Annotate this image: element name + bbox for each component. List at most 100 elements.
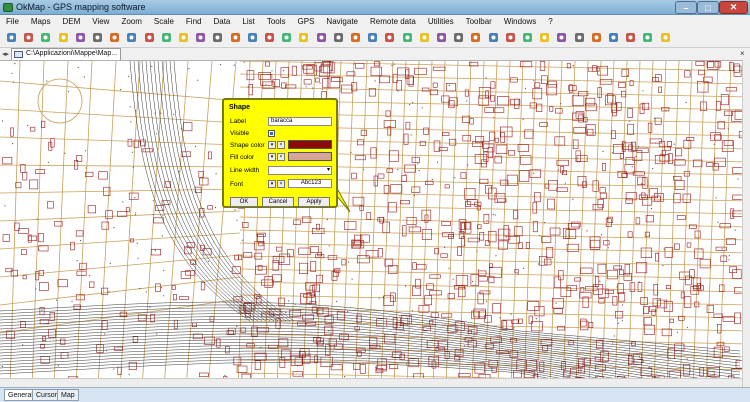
cancel-button[interactable]: Cancel xyxy=(262,197,294,207)
map-point xyxy=(689,73,691,75)
map-point xyxy=(173,113,175,115)
zoom-out-icon[interactable] xyxy=(229,31,242,44)
font-dropdown-icon[interactable]: ▾ xyxy=(268,180,276,188)
edit-shape-icon[interactable] xyxy=(383,31,396,44)
map-point xyxy=(641,183,643,185)
menu-find[interactable]: Find xyxy=(180,15,208,28)
tab-nav-arrows[interactable]: ◂▸ xyxy=(2,50,9,58)
menu-tools[interactable]: Tools xyxy=(261,15,292,28)
menu-maps[interactable]: Maps xyxy=(25,15,57,28)
menu-zoom[interactable]: Zoom xyxy=(115,15,147,28)
visible-checkbox[interactable] xyxy=(268,130,275,137)
menu-toolbar[interactable]: Toolbar xyxy=(460,15,498,28)
lasso-icon[interactable] xyxy=(487,31,500,44)
export-icon[interactable] xyxy=(624,31,637,44)
redo-icon[interactable] xyxy=(39,31,52,44)
rotate-icon[interactable] xyxy=(469,31,482,44)
map-point xyxy=(476,250,478,252)
menu-dem[interactable]: DEM xyxy=(56,15,86,28)
flag-icon[interactable] xyxy=(607,31,620,44)
pan-icon[interactable] xyxy=(418,31,431,44)
map-point xyxy=(236,325,238,328)
menu-scale[interactable]: Scale xyxy=(148,15,180,28)
shape-color-dropdown-icon[interactable]: ▾ xyxy=(268,141,276,149)
edit-points-icon[interactable] xyxy=(349,31,362,44)
shape-color-reset-icon[interactable]: × xyxy=(277,141,285,149)
waypoint-tool-icon[interactable] xyxy=(280,31,293,44)
tools-icon[interactable] xyxy=(659,31,672,44)
add-node-icon[interactable] xyxy=(555,31,568,44)
fill-color-swatch[interactable] xyxy=(288,152,332,161)
select-arrow-icon[interactable] xyxy=(401,31,414,44)
zoom-reset-icon[interactable] xyxy=(263,31,276,44)
menu-utilities[interactable]: Utilities xyxy=(422,15,460,28)
download-icon[interactable] xyxy=(452,31,465,44)
map-point xyxy=(328,245,330,247)
zoom-icon[interactable] xyxy=(194,31,207,44)
measure-icon[interactable] xyxy=(332,31,345,44)
minimize-button[interactable]: – xyxy=(675,1,697,14)
map-point xyxy=(136,242,138,244)
apply-button[interactable]: Apply xyxy=(298,197,330,207)
menu-remote-data[interactable]: Remote data xyxy=(364,15,422,28)
track-tool-icon[interactable] xyxy=(315,31,328,44)
vertical-scrollbar[interactable] xyxy=(742,60,750,387)
map-view[interactable] xyxy=(0,60,750,387)
route-tool-icon[interactable] xyxy=(297,31,310,44)
print-icon[interactable] xyxy=(91,31,104,44)
map-point xyxy=(47,161,50,163)
map-point xyxy=(135,110,137,112)
font-reset-icon[interactable]: × xyxy=(277,180,285,188)
map-point xyxy=(350,151,352,153)
map-point xyxy=(109,262,111,265)
open-map-icon[interactable] xyxy=(5,31,18,44)
menu-gps[interactable]: GPS xyxy=(292,15,321,28)
map-point xyxy=(285,312,287,314)
map-point xyxy=(431,178,433,180)
fill-color-reset-icon[interactable]: × xyxy=(277,153,285,161)
menu-file[interactable]: File xyxy=(0,15,25,28)
zoom-in-icon[interactable] xyxy=(211,31,224,44)
copy-icon[interactable] xyxy=(125,31,138,44)
ruler-icon[interactable] xyxy=(590,31,603,44)
tab-map[interactable]: Map xyxy=(57,389,79,401)
move-icon[interactable] xyxy=(538,31,551,44)
save-icon[interactable] xyxy=(108,31,121,44)
gps-icon[interactable] xyxy=(435,31,448,44)
font-label: Font xyxy=(230,181,244,188)
toggle-icon[interactable] xyxy=(74,31,87,44)
menu-view[interactable]: View xyxy=(86,15,115,28)
font-preview[interactable]: Abc123 xyxy=(288,179,332,188)
diamond-icon[interactable] xyxy=(521,31,534,44)
map-point xyxy=(134,214,137,216)
close-document-icon[interactable]: × xyxy=(740,49,748,58)
pencil-icon[interactable] xyxy=(573,31,586,44)
menu-windows[interactable]: Windows xyxy=(498,15,542,28)
layers-icon[interactable] xyxy=(143,31,156,44)
zoom-region-icon[interactable] xyxy=(246,31,259,44)
paste-icon[interactable] xyxy=(160,31,173,44)
document-tab[interactable]: C:\Applicazioni\Mappe\Map... xyxy=(11,48,121,60)
ok-button[interactable]: OK xyxy=(230,197,258,207)
image-icon[interactable] xyxy=(177,31,190,44)
maximize-button[interactable]: □ xyxy=(697,1,719,14)
menu-navigate[interactable]: Navigate xyxy=(320,15,364,28)
map-point xyxy=(74,335,76,338)
close-button[interactable]: ✕ xyxy=(719,1,748,14)
line-width-select[interactable]: ▾ xyxy=(268,166,332,175)
find-icon[interactable] xyxy=(57,31,70,44)
shape-color-swatch[interactable] xyxy=(288,140,332,149)
map-point xyxy=(160,287,162,289)
polyline-icon[interactable] xyxy=(504,31,517,44)
menu-help[interactable]: ? xyxy=(542,15,558,28)
label-input[interactable]: baracca xyxy=(268,117,332,126)
map-canvas[interactable] xyxy=(0,61,750,387)
horizontal-scrollbar[interactable] xyxy=(0,378,742,387)
map-point xyxy=(132,166,134,168)
fill-color-dropdown-icon[interactable]: ▾ xyxy=(268,153,276,161)
shape-tool-icon[interactable] xyxy=(366,31,379,44)
menu-list[interactable]: List xyxy=(236,15,260,28)
menu-data[interactable]: Data xyxy=(207,15,236,28)
undo-icon[interactable] xyxy=(22,31,35,44)
import-icon[interactable] xyxy=(641,31,654,44)
